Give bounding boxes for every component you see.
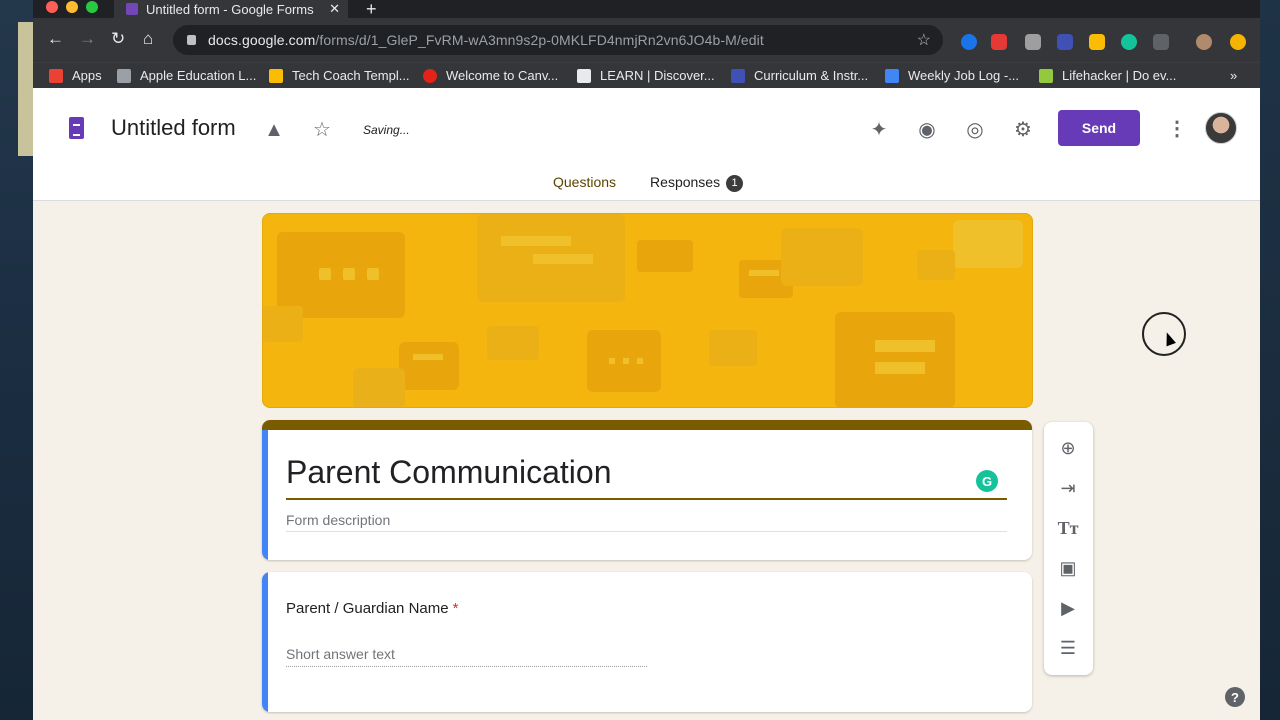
curriculum-icon [731,68,745,83]
preview-eye-icon[interactable]: ◎ [964,119,986,141]
bookmark-weekly-job-log[interactable]: Weekly Job Log -... [885,68,1019,83]
close-window-button[interactable] [46,1,58,13]
star-icon[interactable]: ☆ [311,119,333,141]
extension-docs-icon[interactable] [1089,34,1105,50]
question-title: Parent / Guardian Name * [286,600,459,617]
form-description-input[interactable]: Form description [286,512,390,528]
avatar[interactable] [1205,112,1237,144]
add-question-icon[interactable]: ⊕ [1056,436,1080,460]
question-selected-indicator [262,572,268,712]
form-title[interactable]: Untitled form [111,115,236,141]
form-title-card: Parent Communication G Form description [262,420,1032,560]
add-section-icon[interactable]: ☰ [1056,636,1080,660]
form-editor-canvas: Parent Communication G Form description … [33,201,1260,720]
forms-logo-icon[interactable] [69,117,84,139]
bookmarks-overflow-icon[interactable]: » [1230,68,1237,83]
desktop-background-left [0,0,33,720]
form-tabs: Questions Responses 1 [543,174,767,210]
extension-grid-icon[interactable] [1153,34,1169,50]
forward-arrow-icon[interactable]: → [79,30,96,48]
description-underline [286,531,1007,532]
bookmark-learn[interactable]: LEARN | Discover... [577,68,715,83]
new-tab-plus-icon[interactable]: + [366,0,377,20]
bookmark-apps[interactable]: Apps [49,68,102,83]
selected-indicator [262,430,268,560]
bookmark-tech-coach[interactable]: Tech Coach Templ... [269,68,410,83]
question-card[interactable]: Parent / Guardian Name * Short answer tex… [262,572,1032,712]
extension-c-icon[interactable] [1057,34,1073,50]
lifehacker-icon [1039,68,1053,83]
extension-compass-icon[interactable] [961,34,977,50]
settings-gear-icon[interactable]: ⚙ [1012,119,1034,141]
url-text: docs.google.com/forms/d/1_GleP_FvRM-wA3m… [208,32,764,48]
bookmarks-bar: Apps Apple Education L... Tech Coach Tem… [33,62,1260,88]
bookmark-lifehacker[interactable]: Lifehacker | Do ev... [1039,68,1176,83]
home-icon[interactable]: ⌂ [143,30,153,48]
header-theme-banner-image [262,213,1033,408]
add-ons-puzzle-icon[interactable]: ✦ [868,119,890,141]
learn-icon [577,68,591,83]
tab-responses-label: Responses [650,174,721,190]
add-image-icon[interactable]: ▣ [1056,556,1080,580]
grammarly-icon[interactable]: G [976,470,998,492]
saving-status: Saving... [363,123,410,137]
title-underline [286,498,1007,500]
help-icon[interactable]: ? [1225,687,1245,707]
apple-education-icon [117,68,131,83]
drive-icon [269,68,283,83]
close-tab-icon[interactable]: ✕ [329,1,340,17]
floating-toolbar: ⊕ ⇥ Tт ▣ ▶ ☰ [1044,422,1093,675]
extension-camera-icon[interactable] [991,34,1007,50]
tab-questions[interactable]: Questions [543,174,627,210]
update-icon[interactable] [1230,34,1246,50]
send-button[interactable]: Send [1058,110,1140,146]
bookmark-star-icon[interactable]: ☆ [917,30,931,50]
desktop-sticky-note [18,22,33,156]
customize-theme-palette-icon[interactable]: ◉ [916,119,938,141]
form-title-input[interactable]: Parent Communication [286,454,611,491]
more-options-icon[interactable]: ⋮ [1167,116,1187,141]
short-answer-line [286,666,647,667]
bookmark-apple-education[interactable]: Apple Education L... [117,68,256,83]
back-arrow-icon[interactable]: ← [47,30,64,48]
extension-grammarly-icon[interactable] [1121,34,1137,50]
bookmark-canvas[interactable]: Welcome to Canv... [423,68,558,83]
add-video-icon[interactable]: ▶ [1056,596,1080,620]
apps-grid-icon [49,68,63,83]
minimize-window-button[interactable] [66,1,78,13]
browser-tab-active[interactable]: Untitled form - Google Forms ✕ [114,0,348,18]
theme-color-bar [262,420,1032,430]
tab-strip: Untitled form - Google Forms ✕ + [33,0,1260,20]
reload-icon[interactable]: ↻ [111,30,125,48]
profile-avatar-icon[interactable] [1196,34,1212,50]
required-asterisk: * [452,600,459,617]
short-answer-placeholder: Short answer text [286,646,395,662]
maximize-window-button[interactable] [86,1,98,13]
browser-window: Untitled form - Google Forms ✕ + ← → ↻ ⌂… [33,0,1260,720]
browser-toolbar: ← → ↻ ⌂ docs.google.com/forms/d/1_GleP_F… [33,18,1260,62]
canvas-icon [423,68,437,83]
tab-responses[interactable]: Responses 1 [640,174,753,200]
add-title-description-icon[interactable]: Tт [1056,516,1080,540]
desktop-background-right [1260,0,1280,720]
docs-icon [885,68,899,83]
forms-header: Untitled form ▲ ☆ Saving... ✦ ◉ ◎ ⚙ Send… [33,88,1260,210]
forms-favicon-icon [126,3,138,15]
address-bar[interactable]: docs.google.com/forms/d/1_GleP_FvRM-wA3m… [173,25,943,55]
import-questions-icon[interactable]: ⇥ [1056,476,1080,500]
move-to-drive-icon[interactable]: ▲ [263,119,285,141]
lock-icon [187,35,196,45]
bookmark-curriculum[interactable]: Curriculum & Instr... [731,68,868,83]
extension-puzzle-icon[interactable] [1025,34,1041,50]
responses-count-badge: 1 [726,174,744,192]
tab-title: Untitled form - Google Forms [146,1,314,17]
